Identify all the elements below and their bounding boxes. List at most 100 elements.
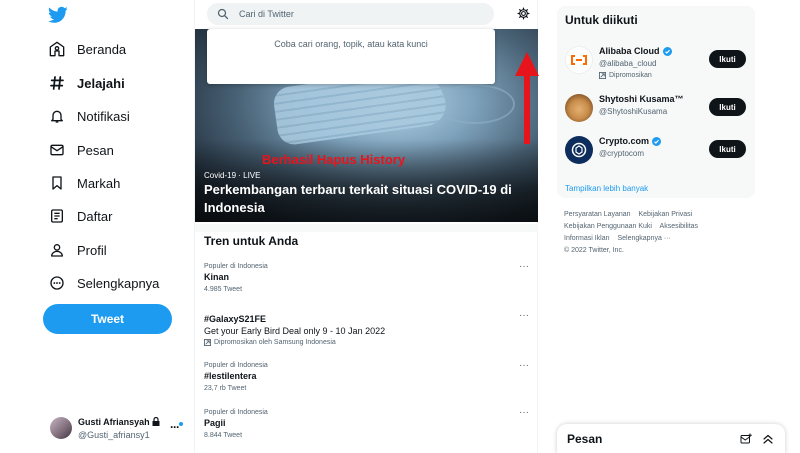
follow-button[interactable]: Ikuti xyxy=(709,140,746,158)
footer-link[interactable]: Selengkapnya ··· xyxy=(617,235,670,242)
trend-description: Get your Early Bird Deal only 9 - 10 Jan… xyxy=(204,326,386,336)
hero-mask-strap xyxy=(435,84,515,124)
hero-title[interactable]: Perkembangan terbaru terkait situasi COV… xyxy=(204,181,534,217)
notification-dot xyxy=(179,422,183,426)
annotation-text: Berhasil Hapus History xyxy=(262,152,406,167)
follow-handle: @ShytoshiKusama xyxy=(599,107,668,116)
who-to-follow-title: Untuk diikuti xyxy=(565,13,638,27)
follow-promoted-text: Dipromosikan xyxy=(609,72,652,79)
nav-messages[interactable]: Pesan xyxy=(48,138,114,162)
trend-more-icon[interactable]: ··· xyxy=(519,360,529,371)
nav-lists-label: Daftar xyxy=(77,208,113,224)
person-icon xyxy=(48,241,66,259)
lock-icon xyxy=(152,416,160,428)
new-message-icon[interactable] xyxy=(740,433,752,445)
nav-profile[interactable]: Profil xyxy=(48,238,107,262)
trend-more-icon[interactable]: ··· xyxy=(519,310,529,321)
trend-more-icon[interactable]: ··· xyxy=(519,407,529,418)
promoted-icon xyxy=(204,339,211,346)
search-icon xyxy=(217,8,229,20)
footer-link[interactable]: Informasi Iklan xyxy=(564,235,610,242)
footer-link[interactable]: Persyaratan Layanan xyxy=(564,211,631,218)
nav-bookmarks[interactable]: Markah xyxy=(48,171,120,195)
search-empty-message: Coba cari orang, topik, atau kata kunci xyxy=(274,39,428,49)
trend-name: Kinan xyxy=(204,272,230,282)
profile-more-icon[interactable]: ··· xyxy=(170,420,180,434)
follow-button[interactable]: Ikuti xyxy=(709,98,746,116)
nav-notifications-label: Notifikasi xyxy=(77,108,130,124)
profile-name-text: Gusti Afriansyah xyxy=(78,417,150,427)
avatar xyxy=(50,417,72,439)
home-icon xyxy=(48,40,66,58)
trend-context: Populer di Indonesia xyxy=(204,263,268,270)
show-more-link[interactable]: Tampilkan lebih banyak xyxy=(565,184,648,193)
nav-more-label: Selengkapnya xyxy=(77,275,160,291)
nav-lists[interactable]: Daftar xyxy=(48,204,112,228)
trend-count: 4.985 Tweet xyxy=(204,286,243,293)
nav-explore[interactable]: Jelajahi xyxy=(48,71,125,95)
messages-drawer-title: Pesan xyxy=(567,432,603,446)
nav-bookmarks-label: Markah xyxy=(77,175,121,191)
twitter-bird-icon[interactable] xyxy=(48,6,68,24)
trend-name: #GalaxyS21FE xyxy=(204,314,267,324)
search-box[interactable] xyxy=(207,3,494,25)
trend-promoted-text: Dipromosikan oleh Samsung Indonesia xyxy=(214,339,336,346)
crypto-com-avatar xyxy=(565,136,593,164)
list-icon xyxy=(48,207,66,225)
messages-drawer[interactable]: Pesan xyxy=(557,424,785,453)
follow-handle: @cryptocom xyxy=(599,149,645,158)
nav-explore-label: Jelajahi xyxy=(77,75,125,91)
trend-name: #lestilentera xyxy=(204,371,257,381)
trend-context: Populer di Indonesia xyxy=(204,362,268,369)
nav-more[interactable]: Selengkapnya xyxy=(48,271,159,295)
trends-heading: Tren untuk Anda xyxy=(204,234,299,248)
hero-category: Covid-19 · LIVE xyxy=(204,171,261,180)
follow-button[interactable]: Ikuti xyxy=(709,50,746,68)
bookmark-icon xyxy=(48,174,66,192)
follow-name-text: Crypto.com xyxy=(599,136,650,146)
trend-item[interactable]: Populer di Indonesia Kinan 4.985 Tweet ·… xyxy=(204,261,529,293)
envelope-icon xyxy=(48,141,66,159)
follow-name: Alibaba Cloud xyxy=(599,46,672,56)
nav-notifications[interactable]: Notifikasi xyxy=(48,104,130,128)
follow-suggestion[interactable]: Crypto.com @cryptocom Ikuti xyxy=(565,134,747,168)
nav-messages-label: Pesan xyxy=(77,142,114,158)
footer-link[interactable]: Aksesibilitas xyxy=(660,223,699,230)
profile-name: Gusti Afriansyah xyxy=(78,416,160,428)
nav-home[interactable]: Beranda xyxy=(48,37,126,61)
trend-item[interactable]: #GalaxyS21FE Get your Early Bird Deal on… xyxy=(204,310,529,346)
follow-handle: @alibaba_cloud xyxy=(599,59,657,68)
account-switcher[interactable]: Gusti Afriansyah @Gusti_afriansy1 ··· xyxy=(48,414,188,444)
search-dropdown: Coba cari orang, topik, atau kata kunci xyxy=(207,29,495,84)
gear-icon[interactable] xyxy=(517,7,530,20)
section-divider xyxy=(195,224,538,232)
follow-name: Crypto.com xyxy=(599,136,662,146)
footer-link[interactable]: Kebijakan Penggunaan Kuki xyxy=(564,223,652,230)
nav-home-label: Beranda xyxy=(77,41,127,57)
trend-more-icon[interactable]: ··· xyxy=(519,261,529,272)
trend-item[interactable]: Populer di Indonesia #lestilentera 23,7 … xyxy=(204,360,529,392)
footer-link[interactable]: Kebijakan Privasi xyxy=(639,211,693,218)
trend-promoted: Dipromosikan oleh Samsung Indonesia xyxy=(204,339,529,346)
profile-handle: @Gusti_afriansy1 xyxy=(78,430,150,440)
more-circle-icon xyxy=(48,274,66,292)
copyright: © 2022 Twitter, Inc. xyxy=(564,247,624,254)
annotation-arrow xyxy=(515,52,539,144)
left-sidebar: Beranda Jelajahi Notifikasi Pesan Markah… xyxy=(0,0,194,453)
follow-suggestion[interactable]: Alibaba Cloud @alibaba_cloud Dipromosika… xyxy=(565,44,747,79)
tweet-button[interactable]: Tweet xyxy=(43,304,172,334)
trend-count: 8.844 Tweet xyxy=(204,432,243,439)
follow-name: Shytoshi Kusama™ xyxy=(599,94,684,104)
search-input[interactable] xyxy=(239,9,469,19)
bell-icon xyxy=(48,107,66,125)
trend-item[interactable]: Populer di Indonesia Pagii 8.844 Tweet ·… xyxy=(204,407,529,439)
verified-badge-icon xyxy=(662,46,672,56)
alibaba-cloud-avatar xyxy=(565,46,593,74)
footer-links: Persyaratan Layanan Kebijakan Privasi Ke… xyxy=(564,209,744,257)
trend-count: 23,7 rb Tweet xyxy=(204,385,247,392)
chevron-up-icon[interactable] xyxy=(762,433,774,445)
follow-suggestion[interactable]: Shytoshi Kusama™ @ShytoshiKusama Ikuti xyxy=(565,92,747,126)
shytoshi-avatar xyxy=(565,94,593,122)
who-to-follow: Untuk diikuti Alibaba Cloud @alibaba_clo… xyxy=(557,6,755,198)
follow-promoted: Dipromosikan xyxy=(599,72,652,79)
